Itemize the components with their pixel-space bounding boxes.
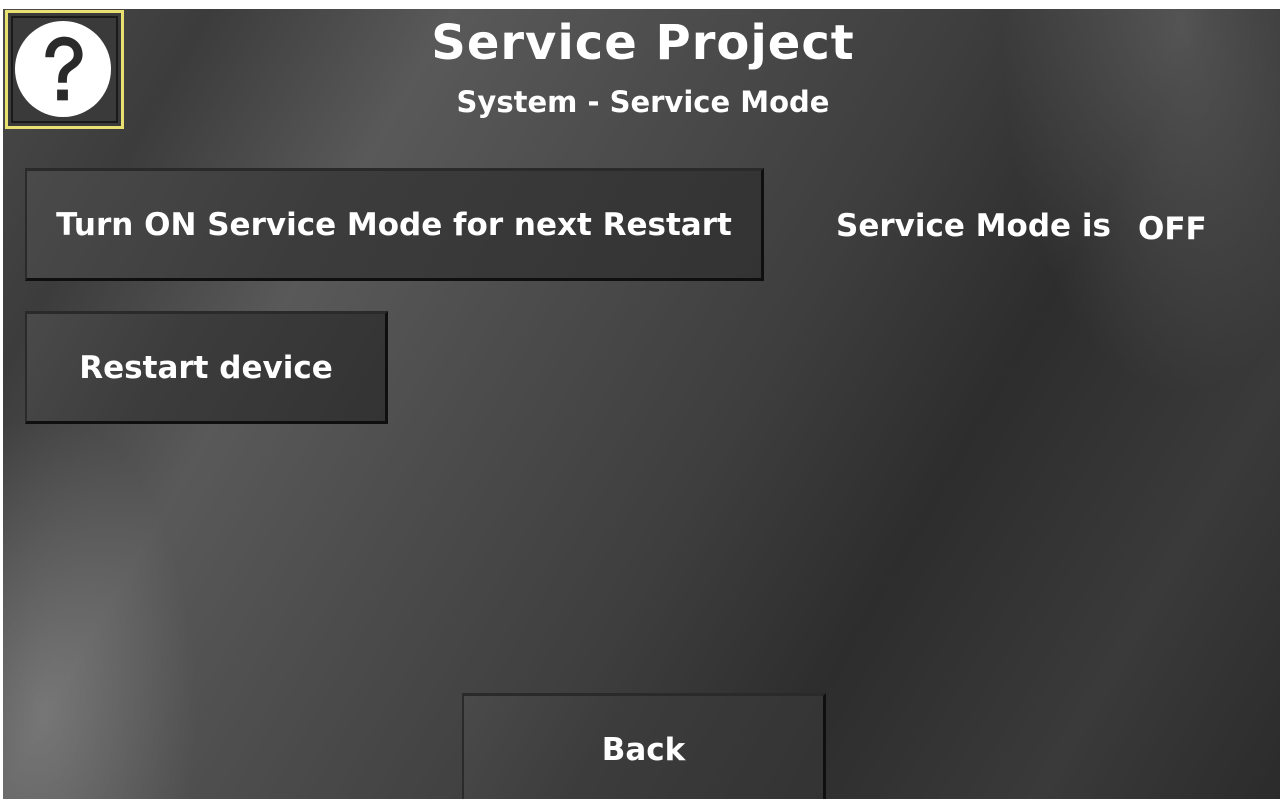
- turn-on-service-mode-button[interactable]: Turn ON Service Mode for next Restart: [25, 168, 764, 281]
- back-button[interactable]: Back: [462, 693, 826, 799]
- restart-device-button[interactable]: Restart device: [25, 311, 388, 424]
- restart-device-label: Restart device: [79, 349, 333, 386]
- service-mode-screen: Service Project System - Service Mode Tu…: [3, 9, 1280, 799]
- service-mode-status-value: OFF: [1138, 211, 1207, 247]
- page-subtitle: System - Service Mode: [456, 85, 830, 119]
- service-mode-status-label: Service Mode is: [836, 208, 1111, 244]
- turn-on-service-mode-label: Turn ON Service Mode for next Restart: [56, 206, 732, 243]
- back-label: Back: [601, 731, 686, 768]
- page-title: Service Project: [431, 15, 855, 71]
